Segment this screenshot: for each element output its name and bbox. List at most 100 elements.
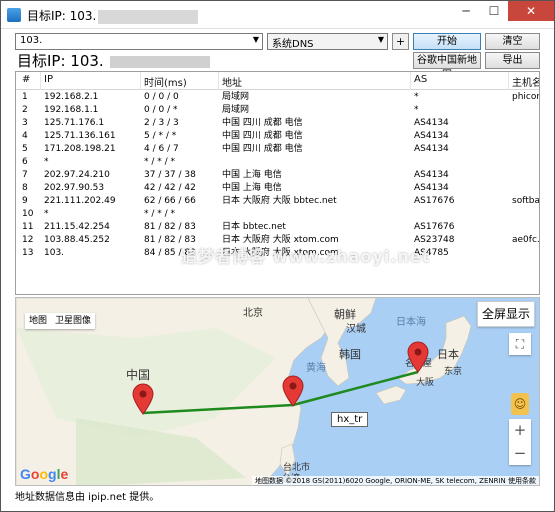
column-divider[interactable] [40,72,41,90]
table-row[interactable]: 9 221.111.202.49 62 / 66 / 66 日本 大阪府 大阪 bbt… [16,195,540,208]
table-cell: * / * / * [144,157,176,167]
column-divider[interactable] [410,72,411,90]
table-cell: 中国 四川 成都 电信 [222,118,303,128]
table-cell: 局域网 [222,105,250,115]
map-attribution[interactable]: 地图数据 ©2018 GS(2011)6020 Google, ORION-ME… [251,476,539,485]
table-row[interactable]: 2 192.168.1.1 0 / 0 / * 局域网 * [16,104,539,117]
col-header-address[interactable]: 地址 [222,74,242,89]
table-cell: 37 / 37 / 38 [144,170,196,180]
table-row[interactable]: 6 * * / * / * [16,156,539,169]
table-cell: AS4134 [414,131,449,141]
start-button[interactable]: 开始 [413,33,481,50]
map-pin-icon[interactable] [407,341,429,373]
column-divider[interactable] [508,72,509,90]
chevron-down-icon[interactable]: ▼ [253,35,259,44]
map-pin-icon[interactable] [282,375,304,407]
table-cell: 42 / 42 / 42 [144,183,196,193]
table-cell: * / * / * [144,209,176,219]
map-view[interactable]: 北京 朝鲜 汉城 日本海 韩国 日本 黄海 中国 东京 名古屋 大阪 台北市 台… [15,297,540,486]
table-cell: 202.97.90.53 [44,183,105,193]
window-title: 目标IP: 103. [27,7,199,24]
table-row[interactable]: 4 125.71.136.161 5 / * / * 中国 四川 成都 电信 AS413… [16,130,539,143]
table-cell: 日本 大阪府 大阪 bbtec.net [222,196,337,206]
table-cell: AS4134 [414,118,449,128]
map-type-roadmap[interactable]: 地图 [29,314,47,328]
table-cell: 日本 bbtec.net [222,222,286,232]
table-header: # IP 时间(ms) 地址 AS 主机名 [16,72,539,90]
table-cell: 125.71.176.1 [44,118,105,128]
dns-select-value: 系统DNS [272,39,314,50]
table-cell: 12 [22,235,34,245]
title-bar: 目标IP: 103. ─ ☐ ✕ [1,1,554,29]
map-pin-icon[interactable] [132,383,154,415]
table-cell: 62 / 66 / 66 [144,196,196,206]
table-row[interactable]: 7 202.97.24.210 37 / 37 / 38 中国 上海 电信 AS4134 [16,169,539,182]
table-cell: 192.168.1.1 [44,105,99,115]
target-ip-text: 目标IP: 103. [17,52,104,70]
table-row[interactable]: 8 202.97.90.53 42 / 42 / 42 中国 上海 电信 AS4134 [16,182,539,195]
table-row[interactable]: 3 125.71.176.1 2 / 3 / 3 中国 四川 成都 电信 AS4134 [16,117,539,130]
target-ip-label: 目标IP: 103. [17,50,210,71]
column-divider[interactable] [140,72,141,90]
col-header-index[interactable]: # [22,74,30,88]
table-cell: 3 [22,118,28,128]
maximize-button[interactable]: ☐ [480,1,508,21]
col-header-ip[interactable]: IP [44,74,53,88]
add-dns-button[interactable]: + [392,33,409,50]
table-cell: softbank [512,196,540,206]
ip-input-value: 103. [20,35,43,46]
zoom-out-button[interactable]: − [509,442,531,465]
table-cell: 13 [22,248,34,258]
table-cell: 103. [44,248,65,258]
map-tooltip: hx_tr [331,412,369,427]
table-row[interactable]: 10 * * / * / * [16,208,539,221]
zoom-in-button[interactable]: + [509,419,531,442]
window-controls: ─ ☐ ✕ [452,1,554,21]
map-label-tokyo: 东京 [444,367,463,377]
fullscreen-button[interactable]: 全屏显示 [477,301,535,327]
column-divider[interactable] [218,72,219,90]
zoom-control: + − [509,419,531,465]
clear-button[interactable]: 清空 [485,33,540,50]
table-cell: 4 [22,131,28,141]
table-cell: 11 [22,222,34,232]
table-cell: 10 [22,209,34,219]
table-cell: * [414,105,419,115]
table-cell: phicomm [512,92,539,102]
table-cell: 125.71.136.161 [44,131,116,141]
col-header-as[interactable]: AS [414,74,427,88]
map-type-satellite[interactable]: 卫星图像 [55,314,91,328]
table-cell: 中国 四川 成都 电信 [222,144,303,154]
window-title-text: 目标IP: 103. [27,9,97,23]
pegman-icon[interactable]: ☺ [511,393,529,415]
map-label-yellow-sea: 黄海 [306,363,326,374]
ip-input-combo[interactable]: 103. ▼ [15,33,263,50]
table-cell: 0 / 0 / 0 [144,92,179,102]
map-label-japan: 日本 [437,348,459,361]
table-cell: 5 / * / * [144,131,177,141]
map-label-osaka: 大阪 [416,378,435,388]
table-row[interactable]: 1 192.168.2.1 0 / 0 / 0 局域网 * phicomm [16,91,539,104]
table-cell: 中国 上海 电信 [222,183,282,193]
dns-select[interactable]: 系统DNS ▼ [267,33,388,50]
table-cell: 103.88.45.252 [44,235,110,245]
close-button[interactable]: ✕ [508,1,554,21]
table-cell: 1 [22,92,28,102]
export-button[interactable]: 导出 [485,52,540,69]
table-cell: 211.15.42.254 [44,222,110,232]
app-icon [7,8,21,22]
toolbar: 103. ▼ 系统DNS ▼ + 开始 清空 谷歌中国新地图 导出 目标IP: … [1,30,554,81]
minimize-button[interactable]: ─ [452,1,480,21]
expand-icon[interactable]: ⛶ [509,333,531,355]
table-cell: 171.208.198.21 [44,144,116,154]
table-cell: * [414,92,419,102]
col-header-time[interactable]: 时间(ms) [144,74,187,89]
col-header-hostname[interactable]: 主机名 [512,74,539,89]
chevron-down-icon[interactable]: ▼ [378,35,384,44]
table-row[interactable]: 11 211.15.42.254 81 / 82 / 83 日本 bbtec.net A… [16,221,539,234]
google-logo: Google [20,466,69,482]
table-cell: 7 [22,170,28,180]
table-row[interactable]: 5 171.208.198.21 4 / 6 / 7 中国 四川 成都 电信 AS413… [16,143,539,156]
table-cell: 8 [22,183,28,193]
google-map-button[interactable]: 谷歌中国新地图 [413,52,481,81]
